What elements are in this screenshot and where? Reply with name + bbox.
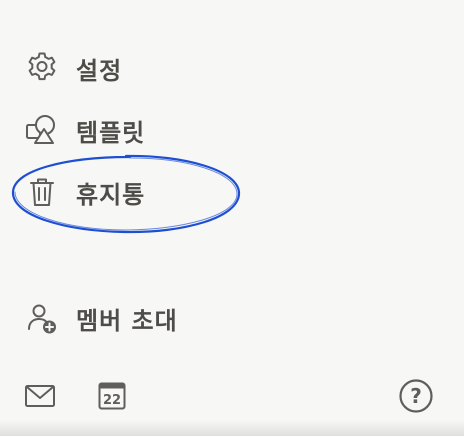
menu-item-invite-member[interactable]: 멤버 초대 bbox=[22, 298, 442, 338]
menu-item-settings[interactable]: 설정 bbox=[22, 48, 442, 88]
bottom-shadow bbox=[0, 420, 464, 436]
calendar-day: 22 bbox=[103, 393, 121, 408]
gear-icon bbox=[22, 48, 62, 88]
menu-item-templates[interactable]: 템플릿 bbox=[22, 110, 442, 150]
help-glyph: ? bbox=[410, 384, 422, 408]
menu-item-label: 휴지통 bbox=[76, 180, 146, 209]
help-icon: ? bbox=[399, 379, 433, 413]
shapes-icon bbox=[22, 110, 62, 150]
help-button[interactable]: ? bbox=[396, 376, 436, 416]
menu-item-label: 설정 bbox=[76, 56, 123, 85]
trash-icon bbox=[22, 172, 62, 212]
mail-button[interactable] bbox=[20, 376, 60, 416]
calendar-icon: 22 bbox=[98, 382, 126, 410]
menu-item-label: 템플릿 bbox=[76, 118, 146, 147]
add-member-icon bbox=[22, 298, 62, 338]
mail-icon bbox=[25, 385, 55, 407]
sidebar: 설정 템플릿 휴지통 멤버 초대 22 ? bbox=[0, 0, 464, 436]
calendar-button[interactable]: 22 bbox=[92, 376, 132, 416]
menu-item-label: 멤버 초대 bbox=[76, 306, 178, 335]
menu-item-trash[interactable]: 휴지통 bbox=[22, 172, 442, 212]
